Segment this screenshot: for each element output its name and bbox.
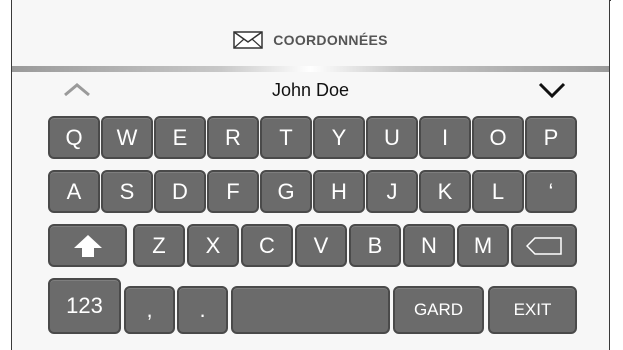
key-v[interactable]: V (295, 224, 347, 267)
period-key[interactable]: . (177, 286, 228, 334)
key-g[interactable]: G (260, 170, 312, 213)
key-h[interactable]: H (313, 170, 365, 213)
key-a[interactable]: A (48, 170, 100, 213)
space-key[interactable] (231, 286, 390, 334)
key-x[interactable]: X (187, 224, 239, 267)
key-d[interactable]: D (154, 170, 206, 213)
key-f[interactable]: F (207, 170, 259, 213)
shift-up-arrow-icon (73, 234, 102, 257)
key-l[interactable]: L (472, 170, 524, 213)
header-bar: COORDONNÉES (12, 12, 609, 67)
key-y[interactable]: Y (313, 116, 365, 159)
chevron-down-icon[interactable] (532, 78, 572, 102)
header-divider (12, 66, 609, 72)
comma-key[interactable]: , (124, 286, 175, 334)
save-key[interactable]: GARD (393, 286, 484, 334)
key-m[interactable]: M (457, 224, 509, 267)
contact-name-field[interactable]: John Doe (12, 80, 609, 101)
backspace-key[interactable] (511, 224, 577, 267)
key-z[interactable]: Z (133, 224, 185, 267)
key-w[interactable]: W (101, 116, 153, 159)
name-field-bar: John Doe (12, 74, 609, 110)
key-r[interactable]: R (207, 116, 259, 159)
numbers-key[interactable]: 123 (48, 278, 121, 334)
key-k[interactable]: K (419, 170, 471, 213)
key-n[interactable]: N (403, 224, 455, 267)
exit-key[interactable]: EXIT (488, 286, 577, 334)
contact-editor-panel: COORDONNÉES John Doe Q W E R T Y U I O P… (11, 0, 610, 350)
key-s[interactable]: S (101, 170, 153, 213)
key-apostrophe[interactable]: ‘ (525, 170, 577, 213)
key-p[interactable]: P (525, 116, 577, 159)
key-u[interactable]: U (366, 116, 418, 159)
shift-key[interactable] (48, 224, 127, 267)
key-c[interactable]: C (241, 224, 293, 267)
key-i[interactable]: I (419, 116, 471, 159)
key-o[interactable]: O (472, 116, 524, 159)
key-e[interactable]: E (154, 116, 206, 159)
key-j[interactable]: J (366, 170, 418, 213)
backspace-icon (526, 236, 562, 255)
page-title: COORDONNÉES (273, 31, 388, 48)
key-q[interactable]: Q (48, 116, 100, 159)
key-b[interactable]: B (349, 224, 401, 267)
envelope-icon (233, 30, 263, 49)
key-t[interactable]: T (260, 116, 312, 159)
